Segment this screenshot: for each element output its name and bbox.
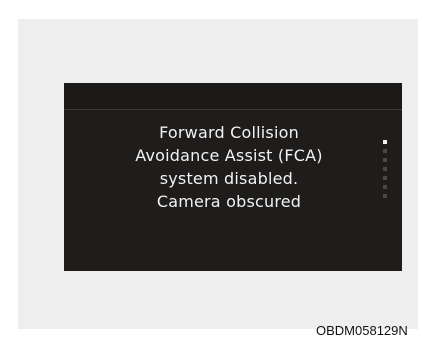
page-dot (383, 185, 387, 189)
message-line: Forward Collision (159, 123, 299, 142)
page-dot (383, 167, 387, 171)
image-code: OBDM058129N (316, 323, 408, 338)
message-line: system disabled. (159, 169, 299, 188)
message-line: Avoidance Assist (FCA) (135, 146, 323, 165)
display-header-band (64, 83, 402, 109)
page-dot (383, 194, 387, 198)
message-line: Camera obscured (156, 192, 302, 211)
page-dot-active (383, 140, 387, 144)
warning-message: Forward Collision Avoidance Assist (FCA)… (84, 121, 374, 213)
page-dot (383, 176, 387, 180)
cluster-display: Forward Collision Avoidance Assist (FCA)… (64, 83, 402, 271)
header-divider (64, 109, 402, 110)
page-dot (383, 149, 387, 153)
page-dot (383, 158, 387, 162)
page-indicator (382, 140, 388, 203)
